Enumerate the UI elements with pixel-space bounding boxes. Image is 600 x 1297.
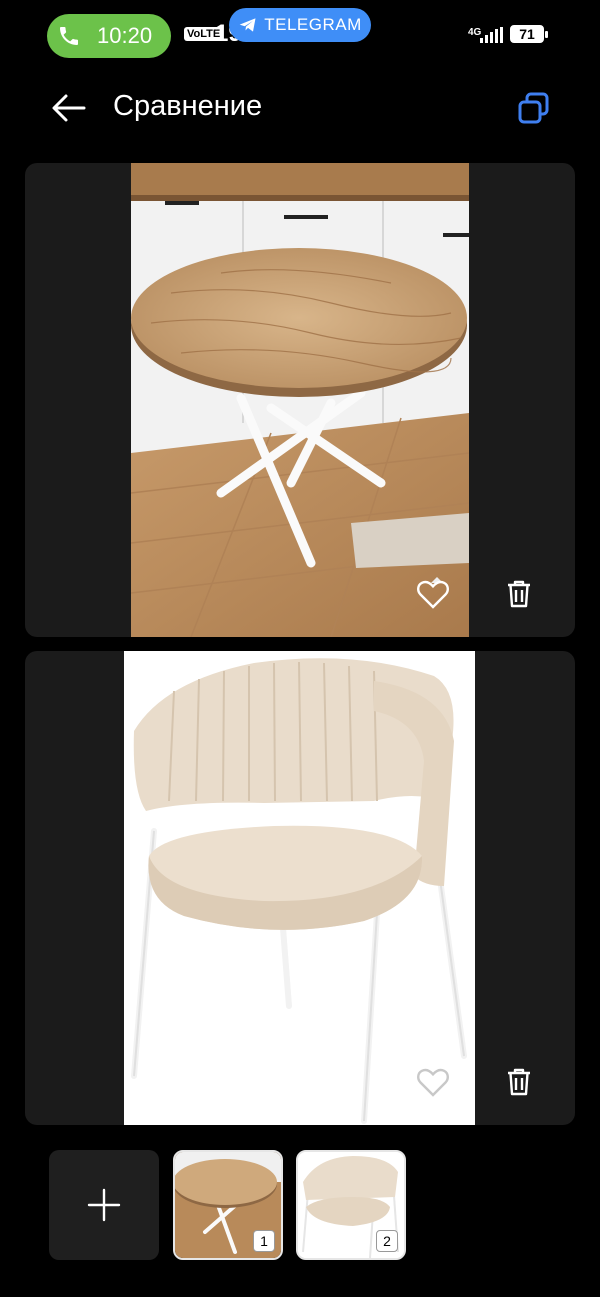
battery-icon: 71	[510, 25, 544, 43]
copy-compare-icon[interactable]	[516, 90, 552, 126]
phone-icon	[60, 27, 78, 45]
thumbnail-item-2[interactable]: 2	[296, 1150, 406, 1260]
status-bar: 10:20 VoLTE 19:33 TELEGRAM 4G 71	[0, 0, 600, 70]
app-header: Сравнение	[0, 78, 600, 138]
battery-level: 71	[519, 26, 535, 42]
telegram-label: TELEGRAM	[264, 15, 362, 34]
thumbnail-index-badge: 1	[253, 1230, 275, 1252]
thumbnail-item-1[interactable]: 1	[173, 1150, 283, 1260]
telegram-icon	[239, 18, 256, 32]
ongoing-call-pill[interactable]: 10:20	[47, 14, 171, 58]
thumbnail-index-badge: 2	[376, 1230, 398, 1252]
signal-strength-icon	[480, 27, 503, 43]
compare-item-card	[25, 651, 575, 1125]
add-item-button[interactable]	[49, 1150, 159, 1260]
trash-icon[interactable]	[501, 1064, 537, 1100]
telegram-notification-pill[interactable]: TELEGRAM	[229, 8, 371, 42]
product-photo-chair[interactable]	[124, 651, 475, 1125]
heart-outline-icon[interactable]	[415, 1064, 451, 1100]
page-title: Сравнение	[113, 90, 263, 122]
product-photo-table[interactable]	[131, 163, 469, 637]
plus-icon	[87, 1188, 121, 1222]
trash-icon[interactable]	[501, 576, 537, 612]
compare-item-card	[25, 163, 575, 637]
call-timer: 10:20	[97, 23, 153, 48]
battery-tip	[545, 31, 548, 38]
arrow-left-icon[interactable]	[48, 88, 88, 128]
heart-outline-icon[interactable]	[415, 576, 451, 612]
